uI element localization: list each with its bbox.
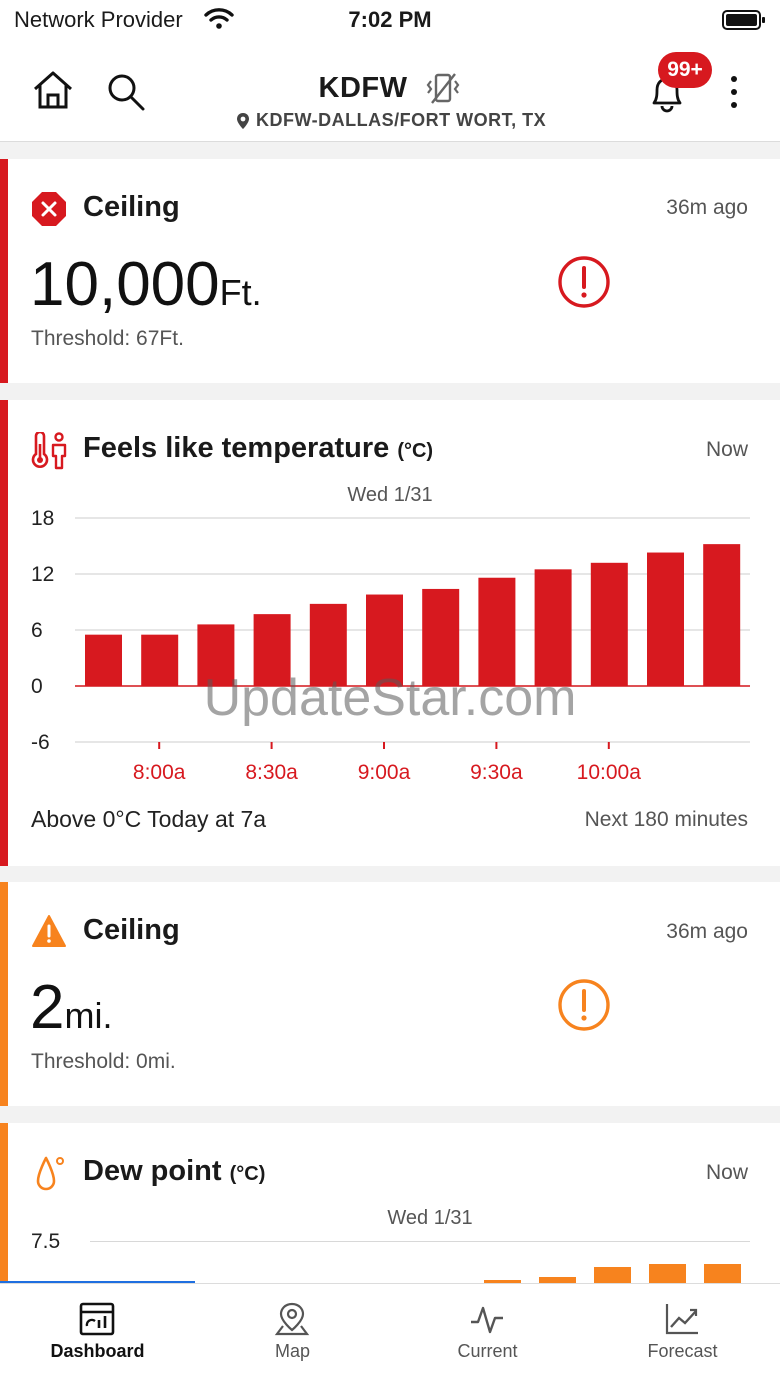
tab-label: Forecast <box>647 1341 718 1361</box>
station-code: KDFW <box>0 72 726 105</box>
gridline <box>90 1241 750 1242</box>
exclamation-circle-icon <box>558 979 610 1031</box>
card-title: Ceiling <box>83 191 180 223</box>
x-tick-label: 8:30a <box>245 761 298 784</box>
temp-bar <box>141 634 179 686</box>
notification-badge[interactable]: 99+ <box>658 52 712 88</box>
temp-bar <box>366 594 403 686</box>
card-timestamp: 36m ago <box>666 920 748 943</box>
chart-date: Wed 1/31 <box>387 1207 473 1229</box>
severity-stripe <box>0 1123 8 1283</box>
threshold-text: Threshold: 67Ft. <box>31 327 184 350</box>
title-text: Dew point <box>83 1155 222 1187</box>
warning-icon <box>32 915 66 947</box>
dew-bar <box>704 1264 741 1283</box>
station-code-text: KDFW <box>318 72 408 104</box>
dew-bar <box>649 1264 686 1283</box>
ceiling-alert-card[interactable]: Ceiling 36m ago 10,000Ft. Threshold: 67F… <box>0 159 780 383</box>
droplet-thermometer-icon <box>36 1156 64 1191</box>
ceiling-value: 10,000Ft. <box>30 249 262 320</box>
tab-label: Map <box>274 1341 310 1361</box>
status-bar: Network Provider 7:02 PM <box>0 0 780 44</box>
card-title: Dew point (°C) <box>83 1155 265 1188</box>
ceiling-value: 2mi. <box>30 972 112 1043</box>
person-thermometer-icon <box>31 432 67 470</box>
more-vertical-icon[interactable] <box>724 74 744 110</box>
tab-map[interactable]: Map <box>195 1284 390 1388</box>
exclamation-circle-icon <box>558 256 610 308</box>
chart-footer-summary: Above 0°C Today at 7a <box>31 806 267 832</box>
title-text: Feels like temperature <box>83 432 390 464</box>
y-tick-label: 6 <box>31 619 43 642</box>
y-tick-label: -6 <box>31 731 50 754</box>
tab-current[interactable]: Current <box>390 1284 585 1388</box>
bottom-tab-bar: Dashboard Map Current Forecast <box>0 1283 780 1388</box>
tab-dashboard[interactable]: Dashboard <box>0 1284 195 1388</box>
feels-like-card[interactable]: Feels like temperature (°C) Now Wed 1/31… <box>0 400 780 866</box>
temp-bar <box>422 588 460 686</box>
temp-bar <box>253 614 291 686</box>
tab-label: Current <box>457 1341 518 1361</box>
feels-like-chart: 18 12 6 0 -6 8:00a 8:30a 9:00a 9:30a 10:00a <box>31 507 750 784</box>
temp-bar <box>85 634 122 686</box>
app-header: KDFW KDFW-DALLAS/FORT WORT, TX 99+ <box>0 44 780 142</box>
temp-bar <box>478 577 516 686</box>
card-timestamp: Now <box>705 438 748 461</box>
station-location-text: KDFW-DALLAS/FORT WORT, TX <box>256 110 547 130</box>
severity-stripe <box>0 159 8 383</box>
ceiling-warning-card[interactable]: Ceiling 36m ago 2mi. Threshold: 0mi. <box>0 882 780 1106</box>
x-tick-label: 10:00a <box>577 761 642 784</box>
y-tick-label: 7.5 <box>31 1230 61 1253</box>
card-timestamp: Now <box>705 1161 748 1184</box>
trend-chart-icon <box>665 1304 698 1335</box>
vibrate-off-icon[interactable] <box>424 72 462 106</box>
temp-bar <box>590 562 628 686</box>
value-unit: mi. <box>64 995 113 1036</box>
severity-stripe <box>0 882 8 1106</box>
map-pin-icon <box>274 1302 310 1336</box>
battery-icon <box>722 10 765 30</box>
title-unit: (°C) <box>229 1163 266 1185</box>
x-tick-label: 9:00a <box>358 761 411 784</box>
error-icon <box>32 192 66 226</box>
y-tick-label: 18 <box>31 507 54 530</box>
x-tick-label: 8:00a <box>133 761 186 784</box>
card-title: Ceiling <box>83 914 180 946</box>
value-number: 2 <box>30 973 65 1042</box>
x-tick-label: 9:30a <box>470 761 523 784</box>
y-tick-label: 12 <box>31 563 54 586</box>
dew-point-bars <box>484 1264 741 1283</box>
card-title: Feels like temperature (°C) <box>83 432 433 465</box>
threshold-text: Threshold: 0mi. <box>31 1050 176 1073</box>
dew-bar <box>594 1267 631 1283</box>
station-location: KDFW-DALLAS/FORT WORT, TX <box>236 110 546 131</box>
chart-footer-range: Next 180 minutes <box>584 808 748 831</box>
tab-label: Dashboard <box>50 1341 145 1361</box>
tab-forecast[interactable]: Forecast <box>585 1284 780 1388</box>
y-tick-label: 0 <box>31 675 43 698</box>
card-timestamp: 36m ago <box>666 196 748 219</box>
title-unit: (°C) <box>397 440 434 462</box>
pulse-icon <box>471 1306 503 1334</box>
temp-bar <box>309 603 347 686</box>
temp-bar <box>647 552 684 686</box>
value-number: 10,000 <box>30 250 220 319</box>
temp-bar <box>197 624 235 686</box>
temp-bar <box>534 569 572 686</box>
location-pin-icon <box>237 112 249 129</box>
dew-point-card[interactable]: Dew point (°C) Now Wed 1/31 7.5 <box>0 1123 780 1283</box>
temp-bar <box>703 544 741 686</box>
dashboard-icon <box>79 1302 115 1336</box>
value-unit: Ft. <box>219 272 262 313</box>
clock: 7:02 PM <box>348 7 432 32</box>
